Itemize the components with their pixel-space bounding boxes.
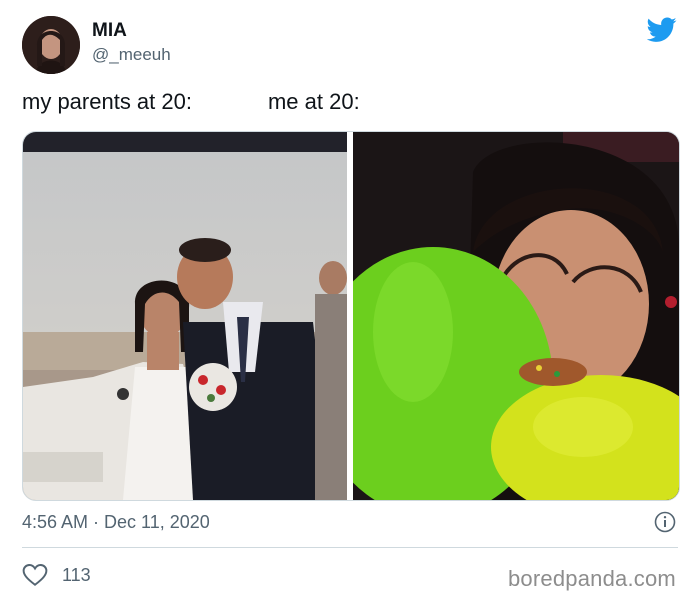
like-count[interactable]: 113 <box>62 565 91 586</box>
caption-left: my parents at 20: <box>22 89 192 114</box>
display-name[interactable]: MIA <box>92 20 127 42</box>
avatar[interactable] <box>22 16 80 74</box>
avatar-image <box>22 16 80 74</box>
watermark: boredpanda.com <box>508 566 676 591</box>
tweet-card: MIA @_meeuh my parents at 20: me at 20: <box>0 0 700 602</box>
media-grid[interactable] <box>22 131 680 501</box>
photo-me-eating[interactable] <box>353 132 679 500</box>
info-icon[interactable] <box>654 511 676 533</box>
photo-parents-wedding[interactable] <box>23 132 347 500</box>
heart-icon[interactable] <box>22 563 48 587</box>
tweet-timestamp[interactable]: 4:56 AM · Dec 11, 2020 <box>22 512 210 533</box>
tweet-text: my parents at 20: me at 20: <box>22 89 360 115</box>
divider <box>22 547 678 548</box>
twitter-bird-icon[interactable] <box>646 17 677 43</box>
user-handle[interactable]: @_meeuh <box>92 45 171 65</box>
caption-right: me at 20: <box>267 89 360 114</box>
